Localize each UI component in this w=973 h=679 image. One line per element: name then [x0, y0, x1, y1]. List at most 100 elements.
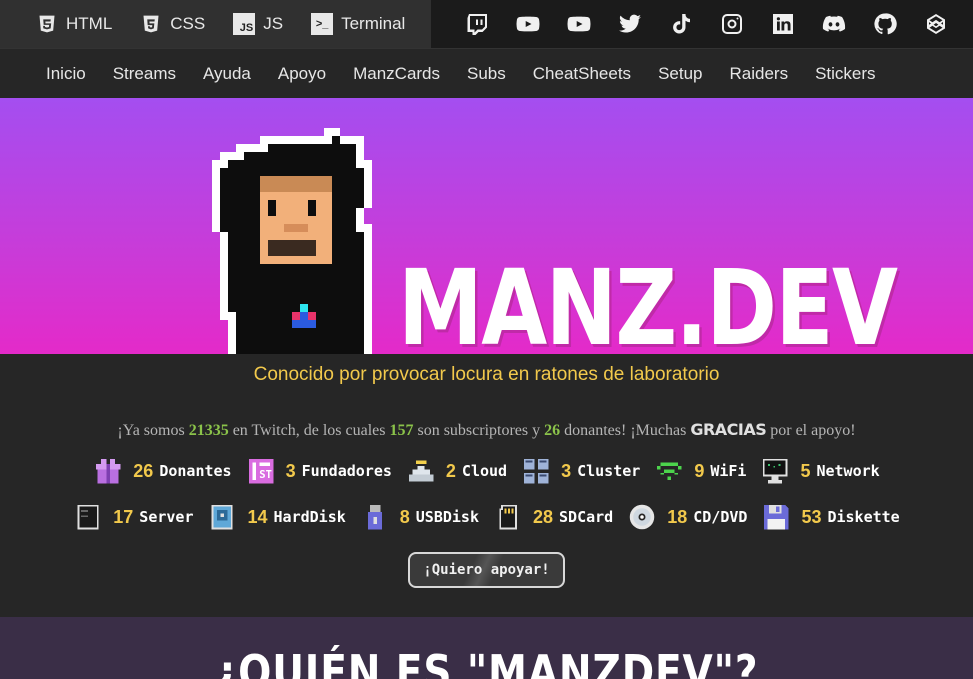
cta-wrap: ¡Quiero apoyar! [0, 552, 973, 588]
github-icon [873, 13, 897, 35]
badge-wifi: 9 WiFi [654, 456, 746, 486]
badge-count: 3 [561, 460, 572, 481]
terminal-link-label: Terminal [341, 14, 406, 33]
badge-donantes: 26 Donantes [93, 456, 232, 486]
stats-text: ¡Ya somos 21335 en Twitch, de los cuales… [0, 420, 973, 440]
site-logo: MANZ.DEV [398, 247, 898, 354]
badge-label: USBDisk [415, 508, 479, 526]
main-nav: Inicio Streams Ayuda Apoyo ManzCards Sub… [0, 48, 973, 98]
badge-label: Donantes [159, 462, 232, 480]
badges-row-2: 17 Server 14 HardDisk 8 USBDisk 28 SDCard 18… [0, 502, 973, 532]
pixel-avatar [212, 128, 372, 354]
instagram-link[interactable] [706, 12, 757, 36]
social-links [431, 12, 961, 36]
discord-icon [822, 15, 845, 32]
badge-count: 8 [399, 506, 410, 527]
nav-ayuda[interactable]: Ayuda [203, 64, 251, 84]
tech-links: HTML CSS JS JS >_ Terminal [0, 0, 431, 48]
github-link[interactable] [859, 12, 910, 36]
nav-apoyo[interactable]: Apoyo [278, 64, 326, 84]
nav-streams[interactable]: Streams [113, 64, 176, 84]
badge-label: Cloud [461, 462, 508, 480]
stats-text-5: por el apoyo! [766, 422, 856, 439]
cluster-icon [521, 456, 551, 486]
wifi-icon [654, 456, 684, 486]
subs-count: 157 [389, 422, 414, 439]
hero-banner: MANZ.DEV [0, 98, 973, 354]
badge-count: 28 [533, 506, 554, 527]
youtube-link-2[interactable] [553, 12, 604, 36]
badge-label: WiFi [710, 462, 747, 480]
usb-icon [360, 502, 390, 532]
css-link-label: CSS [170, 14, 206, 33]
server-icon [73, 502, 103, 532]
stats-text-2: en Twitch, de los cuales [228, 422, 390, 439]
nav-inicio[interactable]: Inicio [46, 64, 86, 84]
twitch-link[interactable] [451, 12, 502, 36]
twitch-icon [467, 14, 487, 35]
youtube-icon [567, 16, 590, 32]
badge-diskette: 53 Diskette [761, 502, 900, 532]
js-icon: JS [233, 13, 256, 35]
badge-label: Network [816, 462, 880, 480]
terminal-icon: >_ [311, 13, 334, 35]
css3-icon [140, 13, 162, 35]
nav-cheatsheets[interactable]: CheatSheets [533, 64, 631, 84]
youtube-icon [516, 16, 539, 32]
gift-icon [93, 456, 123, 486]
support-section: Conocido por provocar locura en ratones … [0, 354, 973, 616]
html-link-label: HTML [66, 14, 113, 33]
stats-text-1: ¡Ya somos [117, 422, 189, 439]
nav-raiders[interactable]: Raiders [730, 64, 789, 84]
about-title: ¿QUIÉN ES "MANZDEV"? [214, 645, 759, 679]
badge-count: 9 [694, 460, 705, 481]
badge-label: HardDisk [273, 508, 346, 526]
instagram-icon [721, 14, 742, 34]
terminal-link[interactable]: >_ Terminal [311, 13, 405, 35]
sdcard-icon [493, 502, 523, 532]
thanks-word: GRACIAS [690, 420, 767, 439]
css-link[interactable]: CSS [140, 13, 205, 35]
tiktok-link[interactable] [655, 12, 706, 36]
badge-count: 2 [445, 460, 456, 481]
badge-usbdisk: 8 USBDisk [360, 502, 479, 532]
badge-label: Diskette [827, 508, 900, 526]
badge-count: 53 [801, 506, 822, 527]
linkedin-icon [772, 14, 793, 34]
nav-manzcards[interactable]: ManzCards [353, 64, 440, 84]
badge-cluster: 3 Cluster [521, 456, 640, 486]
badge-count: 26 [133, 460, 154, 481]
badge-cddvd: 18 CD/DVD [627, 502, 747, 532]
badge-cloud: 2 Cloud [406, 456, 507, 486]
badge-sdcard: 28 SDCard [493, 502, 613, 532]
total-count: 21335 [188, 422, 229, 439]
badge-harddisk: 14 HardDisk [207, 502, 346, 532]
badge-label: SDCard [559, 508, 614, 526]
badge-label: CD/DVD [693, 508, 748, 526]
linkedin-link[interactable] [757, 12, 808, 36]
support-button[interactable]: ¡Quiero apoyar! [408, 552, 565, 588]
slogan: Conocido por provocar locura en ratones … [253, 364, 720, 385]
twitter-link[interactable] [604, 12, 655, 36]
html-link[interactable]: HTML [36, 13, 112, 35]
diskette-icon [761, 502, 791, 532]
badge-label: Server [139, 508, 194, 526]
badges-row-1: 26 Donantes ST 3 Fundadores 2 Cloud 3 Cluste… [0, 456, 973, 486]
top-bar: HTML CSS JS JS >_ Terminal [0, 0, 973, 48]
tiktok-icon [672, 14, 690, 34]
svg-text:ST: ST [259, 469, 272, 481]
nav-setup[interactable]: Setup [658, 64, 702, 84]
discord-link[interactable] [808, 12, 859, 36]
twitter-icon [618, 14, 641, 33]
nav-subs[interactable]: Subs [467, 64, 506, 84]
nav-stickers[interactable]: Stickers [815, 64, 875, 84]
js-link[interactable]: JS JS [233, 13, 283, 35]
badge-count: 3 [285, 460, 296, 481]
html5-icon [36, 13, 58, 35]
badge-count: 17 [113, 506, 134, 527]
badge-label: Fundadores [301, 462, 392, 480]
codepen-link[interactable] [910, 12, 961, 36]
js-link-label: JS [263, 14, 284, 33]
youtube-link[interactable] [502, 12, 553, 36]
badge-fundadores: ST 3 Fundadores [246, 456, 392, 486]
